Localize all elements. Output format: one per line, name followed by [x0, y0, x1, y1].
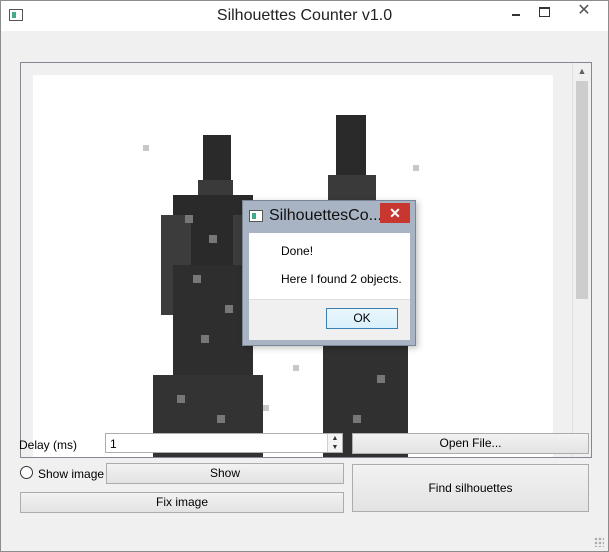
dialog-body: Done! Here I found 2 objects. OK	[249, 233, 410, 340]
find-silhouettes-button[interactable]: Find silhouettes	[352, 464, 589, 512]
show-image-label[interactable]: Show image	[38, 467, 104, 481]
title-bar[interactable]: Silhouettes Counter v1.0 ✕	[1, 1, 608, 31]
minimize-button[interactable]	[501, 1, 531, 23]
dialog-message-line2: Here I found 2 objects.	[281, 272, 402, 286]
spin-buttons: ▲ ▼	[327, 434, 342, 452]
show-image-radio[interactable]	[20, 466, 33, 479]
delay-label: Delay (ms)	[19, 438, 78, 452]
dialog-title: SilhouettesCo...	[269, 207, 382, 224]
maximize-button[interactable]	[529, 1, 559, 23]
ok-button[interactable]: OK	[326, 308, 398, 329]
scroll-up-icon[interactable]: ▲	[573, 63, 591, 80]
dialog-app-icon	[249, 210, 263, 222]
dialog-close-button[interactable]: ✕	[380, 203, 410, 223]
message-dialog: SilhouettesCo... ✕ Done! Here I found 2 …	[242, 200, 416, 346]
show-button[interactable]: Show	[106, 463, 344, 484]
close-button[interactable]: ✕	[561, 1, 607, 23]
scroll-thumb[interactable]	[576, 81, 588, 299]
vertical-scrollbar[interactable]: ▲ ▼	[572, 63, 591, 457]
fix-image-button[interactable]: Fix image	[20, 492, 344, 513]
delay-value[interactable]: 1	[110, 437, 117, 451]
dialog-footer: OK	[249, 299, 410, 340]
resize-grip-icon[interactable]	[594, 537, 604, 547]
delay-spinbox[interactable]: 1 ▲ ▼	[105, 433, 343, 453]
dialog-message-line1: Done!	[281, 244, 314, 258]
spin-down-icon[interactable]: ▼	[328, 443, 342, 452]
open-file-button[interactable]: Open File...	[352, 433, 589, 454]
